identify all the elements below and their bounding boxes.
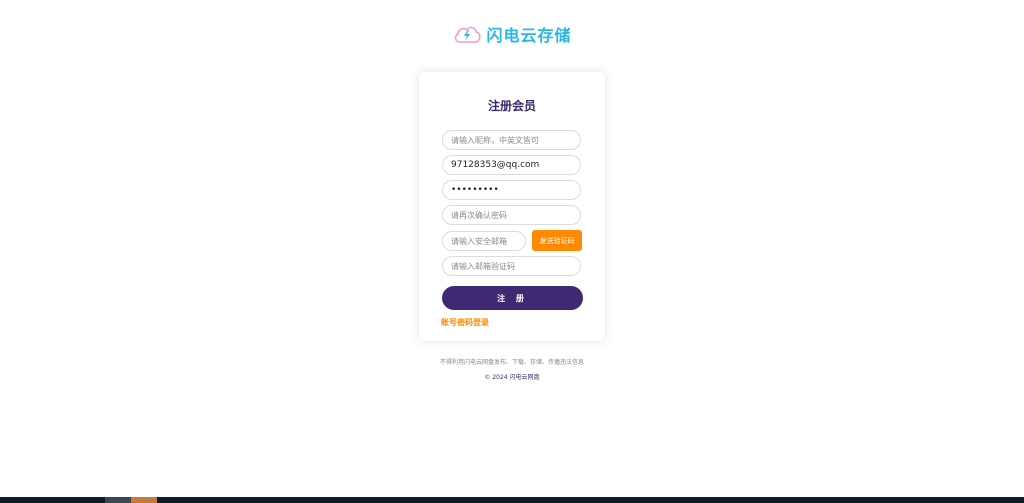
nickname-input[interactable] xyxy=(442,130,581,150)
confirm-password-input[interactable] xyxy=(442,205,581,225)
copyright: © 2024 闪电云网盘 xyxy=(484,374,540,381)
brand-logo: 闪电云存储 xyxy=(0,22,1024,46)
safe-email-input[interactable] xyxy=(442,231,526,251)
taskbar-item[interactable] xyxy=(105,497,131,503)
taskbar xyxy=(0,497,1024,503)
email-code-input[interactable] xyxy=(442,256,581,276)
password-input[interactable] xyxy=(442,180,581,200)
cloud-lightning-icon xyxy=(452,22,482,46)
send-code-button[interactable]: 发送验证码 xyxy=(532,230,582,251)
register-card: 注册会员 发送验证码 注 册 账号密码登录 xyxy=(419,72,605,341)
register-button[interactable]: 注 册 xyxy=(442,286,583,310)
email-input[interactable] xyxy=(442,155,581,175)
page-title: 注册会员 xyxy=(487,99,536,113)
taskbar-item[interactable] xyxy=(131,497,157,503)
footer-note: 不得利用闪电云网盘发布、下载、存储、传播违法信息 xyxy=(439,359,584,366)
password-login-link[interactable]: 账号密码登录 xyxy=(441,317,489,328)
brand-name: 闪电云存储 xyxy=(486,26,572,45)
